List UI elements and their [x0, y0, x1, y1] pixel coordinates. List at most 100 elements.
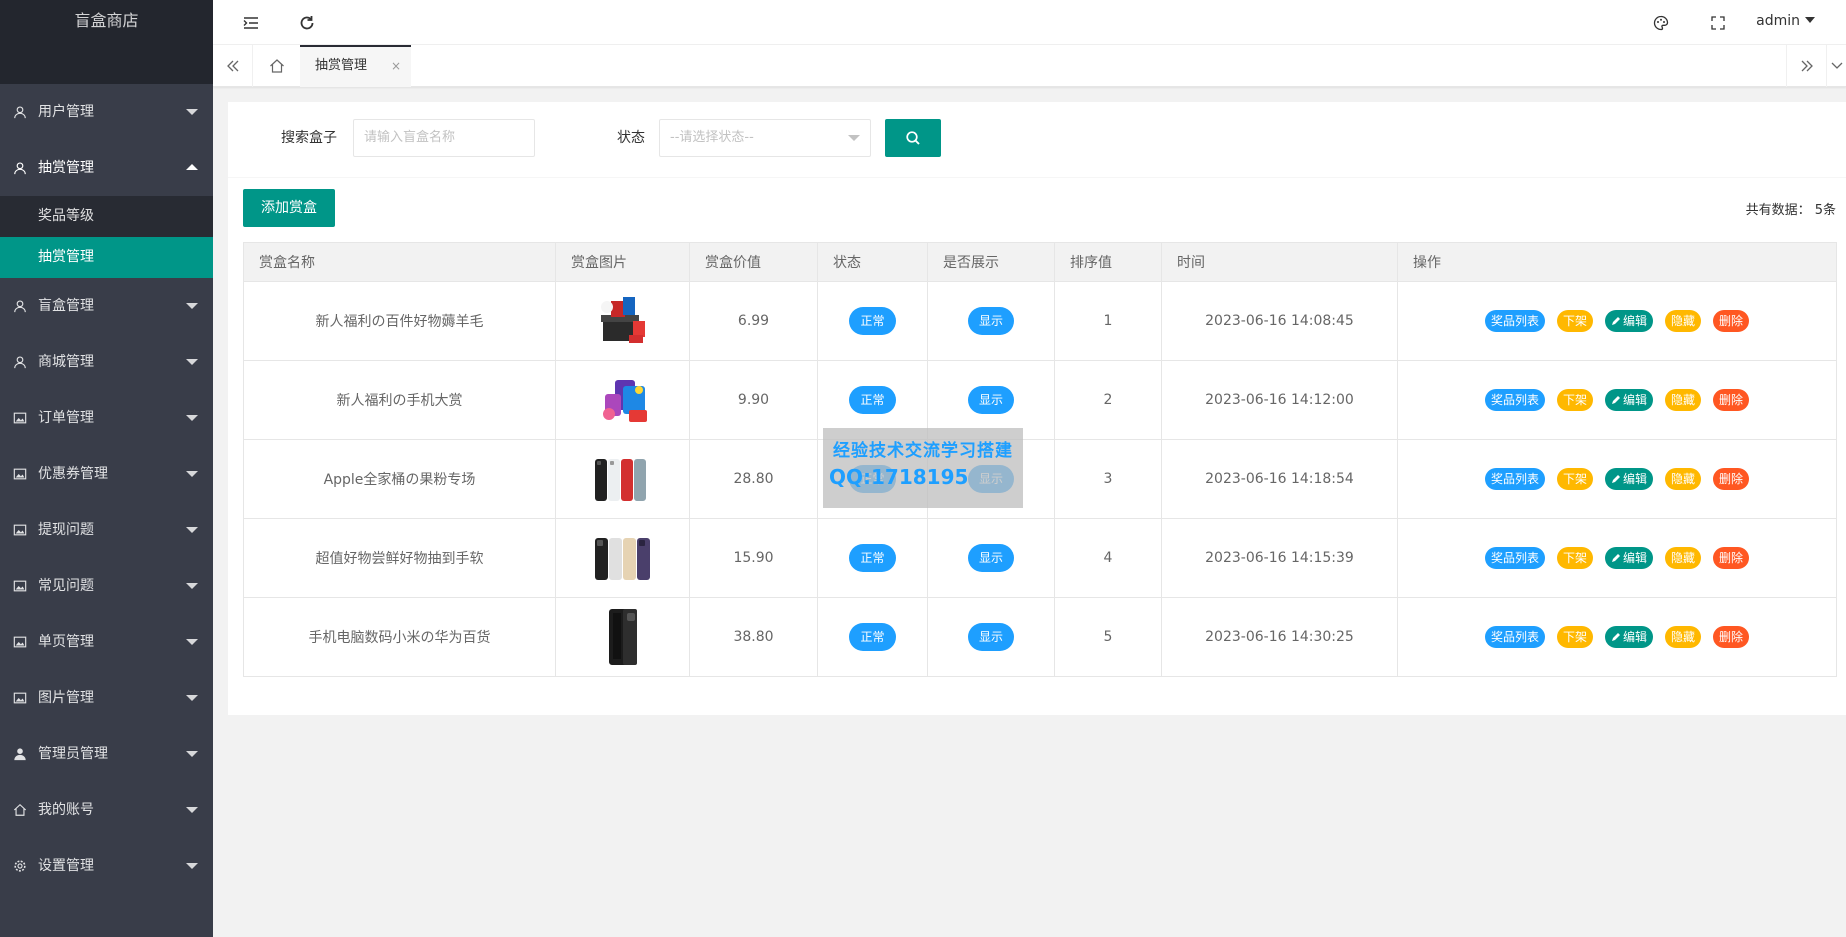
search-input[interactable]: 请输入盲盒名称: [353, 119, 535, 157]
row-actions: 奖品列表 下架 编辑 隐藏 删除: [1397, 360, 1837, 440]
sort-value: 3: [1054, 439, 1162, 519]
sidebar-item-mall-management[interactable]: 商城管理: [0, 334, 213, 390]
fullscreen-icon[interactable]: [1703, 0, 1733, 45]
display-badge[interactable]: 显示: [967, 623, 1014, 651]
image-icon: [12, 670, 28, 726]
delete-button[interactable]: 删除: [1713, 468, 1750, 490]
sidebar-item-withdraw-issues[interactable]: 提现问题: [0, 502, 213, 558]
delete-button[interactable]: 删除: [1713, 547, 1750, 569]
sidebar-item-label: 订单管理: [38, 410, 94, 426]
menu-collapse-icon[interactable]: [236, 0, 266, 45]
search-button[interactable]: [885, 119, 941, 157]
display-badge[interactable]: 显示: [967, 307, 1014, 335]
box-image-cell: [555, 360, 690, 440]
box-thumbnail: [608, 609, 637, 665]
sidebar-item-label: 图片管理: [38, 690, 94, 706]
edit-button[interactable]: 编辑: [1604, 547, 1653, 569]
sidebar-item-label: 商城管理: [38, 354, 94, 370]
display-badge[interactable]: 显示: [967, 544, 1014, 572]
hide-button[interactable]: 隐藏: [1665, 310, 1702, 332]
pencil-icon: [1611, 554, 1620, 562]
search-form: 搜索盒子 请输入盲盒名称 状态 --请选择状态--: [228, 102, 1846, 178]
status-badge[interactable]: 正常: [849, 307, 896, 335]
tab-scroll-left-icon[interactable]: [213, 45, 253, 87]
prize-list-button[interactable]: 奖品列表: [1484, 626, 1545, 648]
prize-list-button[interactable]: 奖品列表: [1484, 310, 1545, 332]
edit-button[interactable]: 编辑: [1604, 468, 1653, 490]
row-actions: 奖品列表 下架 编辑 隐藏 删除: [1397, 597, 1837, 677]
close-icon[interactable]: ×: [391, 47, 401, 85]
sidebar-item-user-management[interactable]: 用户管理: [0, 84, 213, 140]
gear-icon: [12, 838, 28, 894]
delete-button[interactable]: 删除: [1713, 389, 1750, 411]
off-shelf-button[interactable]: 下架: [1556, 468, 1593, 490]
delete-button[interactable]: 删除: [1713, 626, 1750, 648]
off-shelf-button[interactable]: 下架: [1556, 389, 1593, 411]
image-icon: [12, 614, 28, 670]
chevron-up-icon: [186, 164, 198, 170]
edit-button[interactable]: 编辑: [1604, 389, 1653, 411]
prize-list-button[interactable]: 奖品列表: [1484, 468, 1545, 490]
hide-button[interactable]: 隐藏: [1665, 626, 1702, 648]
total-count: 共有数据： 5条: [1745, 203, 1836, 218]
chevron-down-icon: [186, 527, 198, 533]
column-header: 排序值: [1054, 242, 1162, 282]
sidebar-item-prize-level[interactable]: 奖品等级: [0, 196, 213, 237]
box-price: 9.90: [689, 360, 818, 440]
chevron-down-icon: [186, 109, 198, 115]
created-time: 2023-06-16 14:15:39: [1161, 518, 1398, 598]
tab-lottery-management[interactable]: 抽赏管理 ×: [300, 45, 411, 87]
status-badge[interactable]: 正常: [849, 623, 896, 651]
status-label: 状态: [617, 130, 645, 146]
column-header: 赏盒名称: [243, 242, 556, 282]
sidebar-item-image-management[interactable]: 图片管理: [0, 670, 213, 726]
delete-button[interactable]: 删除: [1713, 310, 1750, 332]
home-icon[interactable]: [253, 45, 300, 87]
sidebar-item-admin-management[interactable]: 管理员管理: [0, 726, 213, 782]
content-card: 搜索盒子 请输入盲盒名称 状态 --请选择状态-- 添加赏盒 共有数据： 5条 …: [228, 102, 1846, 715]
edit-button[interactable]: 编辑: [1604, 310, 1653, 332]
chevron-down-icon: [186, 359, 198, 365]
off-shelf-button[interactable]: 下架: [1556, 626, 1593, 648]
tab-options-icon[interactable]: [1826, 45, 1846, 87]
sidebar-item-my-account[interactable]: 我的账号: [0, 782, 213, 838]
chevron-down-icon: [186, 751, 198, 757]
box-thumbnail: [600, 297, 645, 343]
sidebar-item-faq[interactable]: 常见问题: [0, 558, 213, 614]
prize-list-button[interactable]: 奖品列表: [1484, 389, 1545, 411]
watermark-line2: QQ:1718195: [829, 465, 969, 489]
display-badge[interactable]: 显示: [967, 386, 1014, 414]
hide-button[interactable]: 隐藏: [1665, 547, 1702, 569]
hide-button[interactable]: 隐藏: [1665, 389, 1702, 411]
off-shelf-button[interactable]: 下架: [1556, 310, 1593, 332]
boxes-table: 赏盒名称 赏盒图片 赏盒价值 状态 是否展示 排序值 时间 操作 新人福利の百件…: [243, 242, 1837, 677]
sidebar-item-lottery-management-sub[interactable]: 抽赏管理: [0, 237, 213, 278]
box-image-cell: [555, 439, 690, 519]
status-badge[interactable]: 正常: [849, 386, 896, 414]
edit-button[interactable]: 编辑: [1604, 626, 1653, 648]
user-menu[interactable]: admin: [1756, 0, 1815, 42]
off-shelf-button[interactable]: 下架: [1556, 547, 1593, 569]
prize-list-button[interactable]: 奖品列表: [1484, 547, 1545, 569]
column-header: 赏盒价值: [689, 242, 818, 282]
sidebar-item-blindbox-management[interactable]: 盲盒管理: [0, 278, 213, 334]
sidebar-item-page-management[interactable]: 单页管理: [0, 614, 213, 670]
sidebar-item-lottery-management[interactable]: 抽赏管理: [0, 140, 213, 196]
theme-palette-icon[interactable]: [1646, 0, 1676, 45]
status-badge[interactable]: 正常: [849, 544, 896, 572]
column-header: 状态: [817, 242, 928, 282]
tab-scroll-right-icon[interactable]: [1786, 45, 1826, 87]
sidebar-item-label: 提现问题: [38, 522, 94, 538]
chevron-down-icon: [848, 135, 860, 141]
status-select[interactable]: --请选择状态--: [659, 119, 871, 157]
add-box-button[interactable]: 添加赏盒: [243, 189, 335, 227]
hide-button[interactable]: 隐藏: [1665, 468, 1702, 490]
sidebar-item-label: 我的账号: [38, 802, 94, 818]
watermark-overlay: 经验技术交流学习搭建 QQ:1718195: [823, 428, 1023, 508]
user-icon: [12, 334, 28, 390]
refresh-icon[interactable]: [292, 0, 322, 45]
sidebar-item-order-management[interactable]: 订单管理: [0, 390, 213, 446]
sidebar-item-settings[interactable]: 设置管理: [0, 838, 213, 894]
sidebar-item-coupon-management[interactable]: 优惠券管理: [0, 446, 213, 502]
box-price: 28.80: [689, 439, 818, 519]
